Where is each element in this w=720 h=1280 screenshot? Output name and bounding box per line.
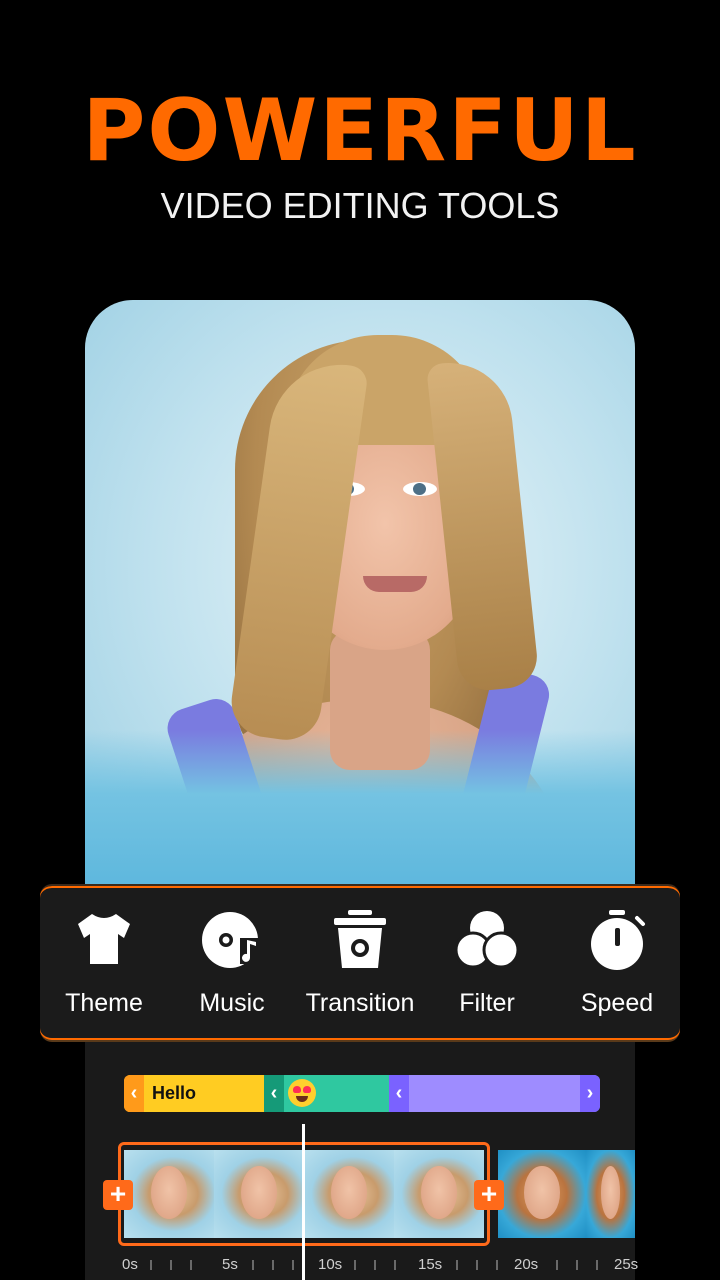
headline-title: POWERFUL <box>82 81 638 181</box>
photo-neck <box>330 630 430 770</box>
clip-thumbnail[interactable] <box>498 1150 586 1238</box>
ruler-label: 15s <box>418 1256 443 1273</box>
ruler-tick <box>170 1260 172 1270</box>
text-clip-hello[interactable]: Hello <box>124 1075 264 1112</box>
chevron-left-icon[interactable]: ‹ <box>264 1075 284 1112</box>
tool-music-label: Music <box>199 989 265 1017</box>
ruler-tick <box>496 1260 498 1270</box>
tool-music[interactable]: Music <box>170 886 294 1044</box>
stopwatch-icon <box>591 910 645 970</box>
phone-preview <box>85 300 635 1280</box>
ruler-tick <box>272 1260 274 1270</box>
clip-thumbnail[interactable] <box>586 1150 635 1238</box>
add-clip-button[interactable]: + <box>103 1180 133 1210</box>
ruler-tick <box>456 1260 458 1270</box>
tool-speed-label: Speed <box>580 989 654 1017</box>
ruler-tick <box>150 1260 152 1270</box>
text-clip-label: Hello <box>152 1083 197 1103</box>
photo-mouth <box>363 576 427 592</box>
chevron-left-icon[interactable]: ‹ <box>389 1075 409 1112</box>
text-track: Hello ‹ ‹ ‹ › <box>124 1075 600 1112</box>
ruler-tick <box>252 1260 254 1270</box>
video-preview[interactable] <box>85 300 635 890</box>
ruler-label: 25s <box>614 1256 639 1273</box>
chevron-right-icon[interactable]: › <box>580 1075 600 1112</box>
add-clip-button[interactable]: + <box>474 1180 504 1210</box>
tool-theme[interactable]: Theme <box>42 886 166 1044</box>
ruler-tick <box>556 1260 558 1270</box>
ruler-tick <box>596 1260 598 1270</box>
photo-eye-right <box>403 482 437 496</box>
ruler-label: 20s <box>514 1256 539 1273</box>
ruler-tick <box>374 1260 376 1270</box>
ruler-label: 5s <box>222 1256 238 1273</box>
chevron-left-icon[interactable]: ‹ <box>124 1075 144 1112</box>
tool-filter-label: Filter <box>459 989 515 1017</box>
filter-circles-icon <box>455 911 519 969</box>
time-ruler: 0s 5s 10s 15s 20s 25s <box>120 1252 640 1280</box>
ruler-tick <box>576 1260 578 1270</box>
tool-transition-label: Transition <box>305 989 415 1017</box>
tool-speed[interactable]: Speed <box>555 886 679 1044</box>
headline-subtitle: VIDEO EDITING TOOLS <box>160 185 560 226</box>
ruler-tick <box>354 1260 356 1270</box>
tool-transition[interactable]: Transition <box>298 886 422 1044</box>
transition-icon <box>334 910 386 968</box>
tool-theme-label: Theme <box>65 989 143 1017</box>
ruler-tick <box>476 1260 478 1270</box>
tool-filter[interactable]: Filter <box>425 886 549 1044</box>
edit-toolbar: Theme Music Transition Filter Speed <box>40 884 680 1042</box>
tshirt-icon <box>78 914 130 964</box>
heart-eyes-emoji-icon <box>288 1079 316 1107</box>
ruler-label: 0s <box>122 1256 138 1273</box>
ruler-tick <box>190 1260 192 1270</box>
ruler-label: 10s <box>318 1256 343 1273</box>
effect-clip[interactable] <box>389 1075 600 1112</box>
ruler-tick <box>394 1260 396 1270</box>
music-disc-icon <box>202 912 258 968</box>
ruler-tick <box>292 1260 294 1270</box>
